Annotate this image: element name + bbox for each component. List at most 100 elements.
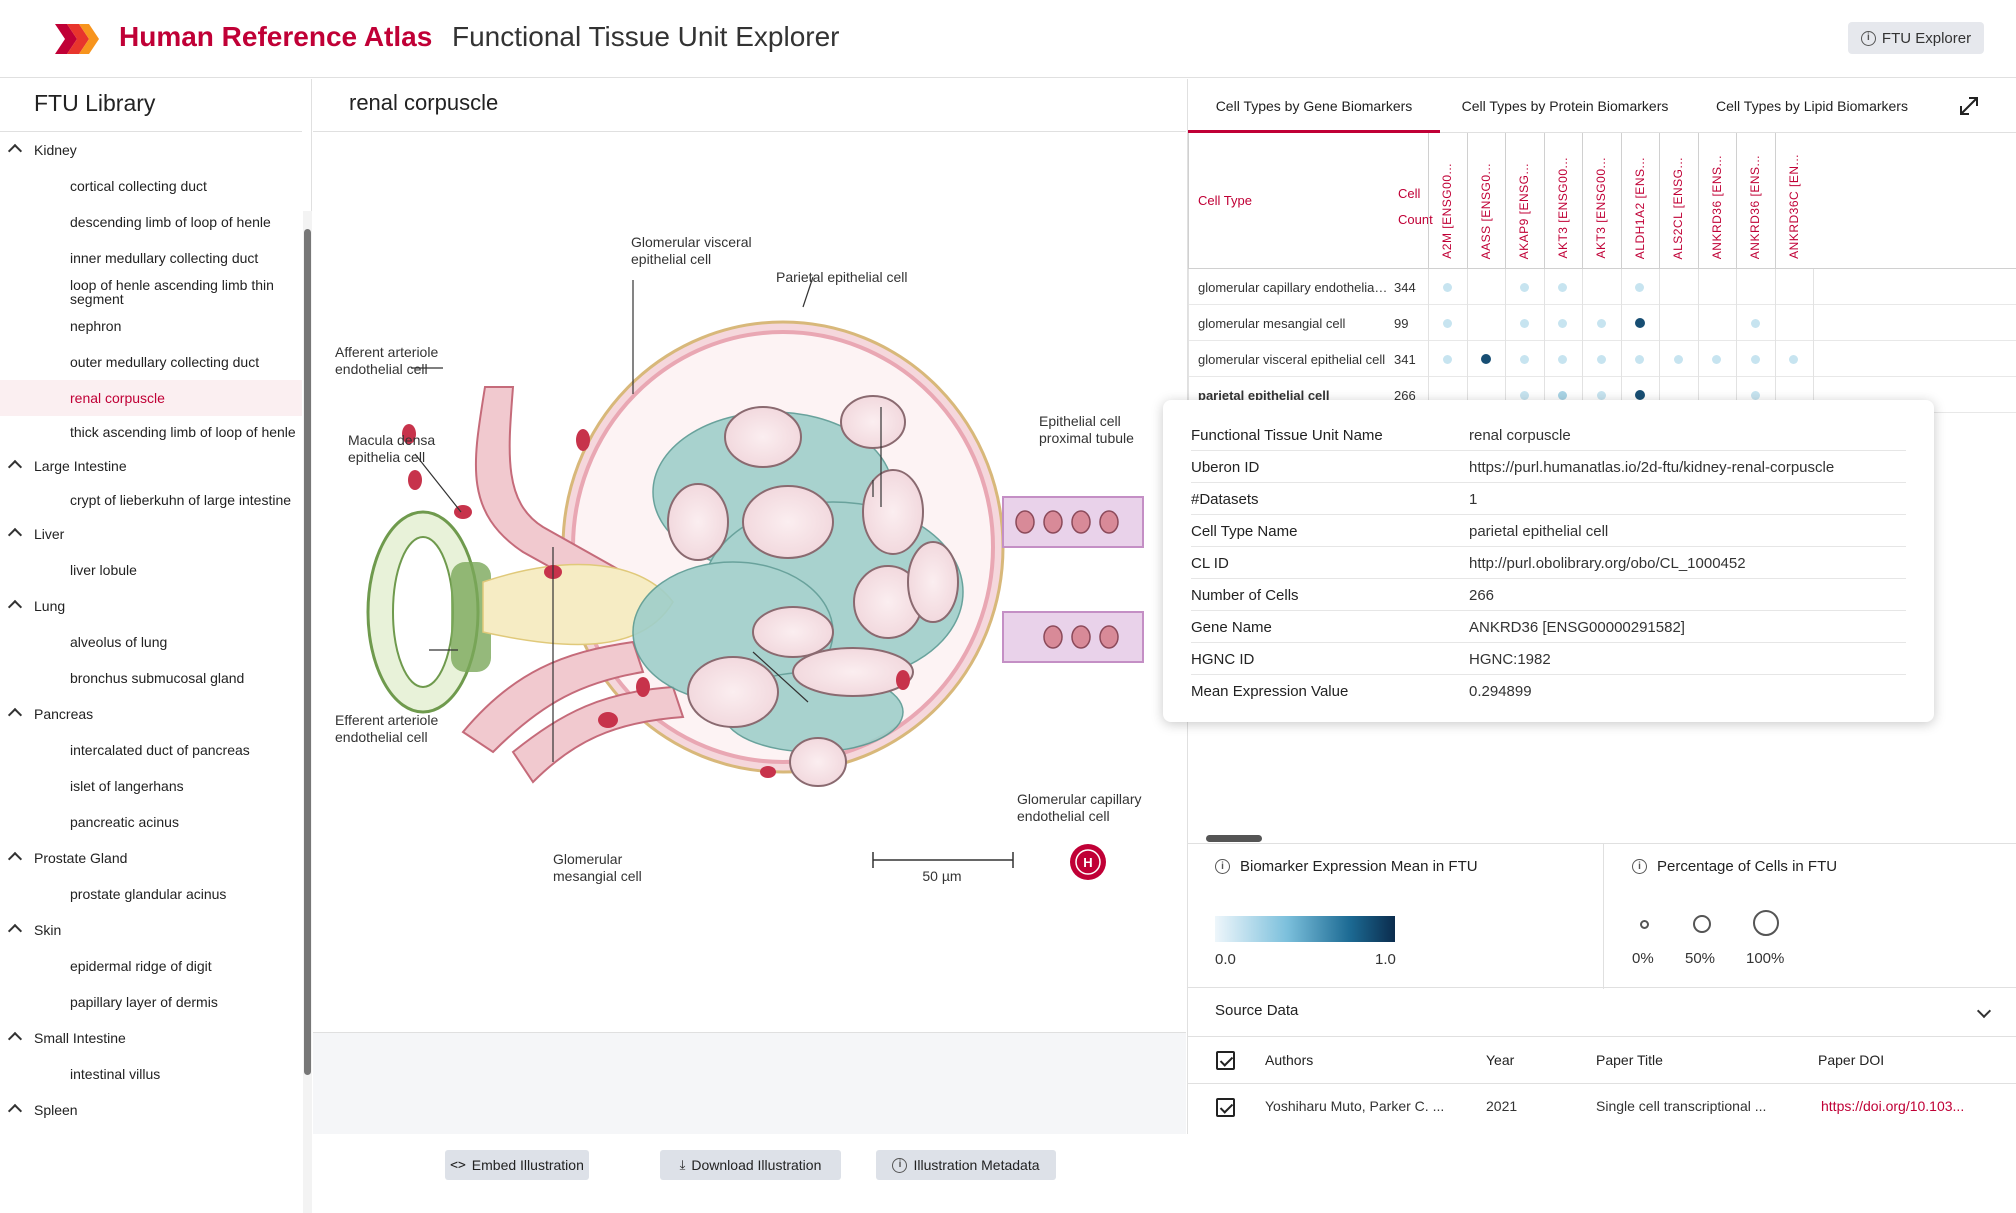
expression-dot[interactable] [1596, 390, 1606, 400]
expression-dot[interactable] [1558, 354, 1568, 364]
sidebar-group-pancreas[interactable]: Pancreas [0, 696, 302, 732]
sidebar-item[interactable]: epidermal ridge of digit [0, 948, 302, 984]
chevron-down-icon[interactable] [1976, 1003, 1992, 1019]
sidebar-item[interactable]: inner medullary collecting duct [0, 240, 302, 276]
biomarker-column-header[interactable]: AKAP9 [ENSG... [1505, 133, 1543, 269]
col-year[interactable]: Year [1486, 1052, 1514, 1068]
expression-dot[interactable] [1673, 354, 1683, 364]
chevron-up-icon[interactable] [7, 143, 23, 159]
chevron-up-icon[interactable] [7, 599, 23, 615]
expression-dot[interactable] [1635, 354, 1645, 364]
expression-dot[interactable] [1558, 318, 1568, 328]
expression-dot[interactable] [1442, 354, 1452, 364]
chevron-up-icon[interactable] [7, 851, 23, 867]
expression-dot[interactable] [1519, 282, 1529, 292]
chevron-up-icon[interactable] [7, 459, 23, 475]
sidebar-item[interactable]: thick ascending limb of loop of henle [0, 414, 302, 450]
sidebar-item[interactable]: papillary layer of dermis [0, 984, 302, 1020]
sidebar-scroll-thumb[interactable] [304, 229, 311, 1075]
expression-dot[interactable] [1596, 354, 1606, 364]
sidebar-item[interactable]: alveolus of lung [0, 624, 302, 660]
sidebar-item[interactable]: cortical collecting duct [0, 168, 302, 204]
col-authors[interactable]: Authors [1265, 1052, 1313, 1068]
table-row[interactable]: glomerular mesangial cell 99 [1188, 305, 2016, 341]
expression-dot[interactable] [1519, 318, 1529, 328]
table-row[interactable]: glomerular capillary endothelial ... 344 [1188, 269, 2016, 305]
biomarker-column-header[interactable]: ANKRD36 [ENS... [1697, 133, 1736, 269]
chevron-up-icon[interactable] [7, 923, 23, 939]
sidebar-item[interactable]: pancreatic acinus [0, 804, 302, 840]
expression-dot[interactable] [1596, 318, 1606, 328]
tab-gene-biomarkers[interactable]: Cell Types by Gene Biomarkers [1188, 79, 1440, 133]
col-paper-title[interactable]: Paper Title [1596, 1052, 1663, 1068]
sidebar-item[interactable]: intercalated duct of pancreas [0, 732, 302, 768]
expression-dot[interactable] [1442, 318, 1452, 328]
info-icon[interactable]: i [1632, 859, 1647, 874]
sidebar-group-lung[interactable]: Lung [0, 588, 302, 624]
sidebar-item[interactable]: intestinal villus [0, 1056, 302, 1092]
sidebar-item[interactable]: bronchus submucosal gland [0, 660, 302, 696]
sidebar-group-liver[interactable]: Liver [0, 516, 302, 552]
row-checkbox[interactable] [1216, 1098, 1235, 1117]
sidebar-item[interactable]: crypt of lieberkuhn of large intestine [0, 482, 302, 518]
expression-dot[interactable] [1519, 390, 1529, 400]
expression-dot[interactable] [1712, 354, 1722, 364]
biomarker-column-header[interactable]: ANKRD36 [ENS... [1736, 133, 1774, 269]
hra-badge-icon[interactable]: H [1070, 844, 1106, 880]
sidebar-group-prostate-gland[interactable]: Prostate Gland [0, 840, 302, 876]
tab-protein-biomarkers[interactable]: Cell Types by Protein Biomarkers [1440, 79, 1690, 133]
tab-lipid-biomarkers[interactable]: Cell Types by Lipid Biomarkers [1690, 79, 1934, 133]
sidebar-item[interactable]: renal corpuscle [0, 380, 302, 416]
expression-dot[interactable] [1789, 354, 1799, 364]
table-hscroll-thumb[interactable] [1206, 835, 1262, 842]
sidebar-item[interactable]: prostate glandular acinus [0, 876, 302, 912]
biomarker-column-header[interactable]: ANKRD36C [EN... [1774, 133, 1813, 269]
info-icon[interactable]: i [1215, 859, 1230, 874]
expression-dot[interactable] [1442, 282, 1452, 292]
row-paper-doi-link[interactable]: https://doi.org/10.103... [1821, 1098, 1964, 1114]
sidebar-group-large-intestine[interactable]: Large Intestine [0, 448, 302, 484]
sidebar-group-small-intestine[interactable]: Small Intestine [0, 1020, 302, 1056]
expand-icon[interactable] [1958, 95, 1980, 117]
sidebar-item[interactable]: nephron [0, 308, 302, 344]
expression-dot[interactable] [1634, 390, 1645, 400]
col-cell-type[interactable]: Cell Type [1198, 193, 1252, 208]
select-all-checkbox[interactable] [1216, 1051, 1235, 1070]
download-illustration-button[interactable]: ⤓ Download Illustration [660, 1150, 841, 1180]
biomarker-column-header[interactable]: AASS [ENSG0... [1466, 133, 1505, 269]
chevron-up-icon[interactable] [7, 527, 23, 543]
sidebar-item[interactable]: islet of langerhans [0, 768, 302, 804]
expression-dot[interactable] [1750, 390, 1760, 400]
expression-dot[interactable] [1634, 318, 1645, 328]
sidebar-item[interactable]: outer medullary collecting duct [0, 344, 302, 380]
hra-logo-icon[interactable] [55, 22, 101, 56]
app-title[interactable]: Human Reference Atlas [119, 18, 432, 56]
biomarker-column-header[interactable]: AKT3 [ENSG00... [1543, 133, 1582, 269]
expression-dot[interactable] [1558, 282, 1568, 292]
biomarker-column-header[interactable]: A2M [ENSG00... [1428, 133, 1466, 269]
expression-dot[interactable] [1750, 318, 1760, 328]
biomarker-column-header[interactable]: ALS2CL [ENSG... [1659, 133, 1697, 269]
source-data-title[interactable]: Source Data [1215, 1002, 1298, 1019]
illustration-metadata-button[interactable]: i Illustration Metadata [876, 1150, 1056, 1180]
sidebar-item[interactable]: loop of henle ascending limb thin segmen… [0, 274, 302, 310]
ftu-explorer-button[interactable]: i FTU Explorer [1848, 22, 1984, 54]
embed-illustration-button[interactable]: <> Embed Illustration [445, 1150, 589, 1180]
sidebar-group-skin[interactable]: Skin [0, 912, 302, 948]
sidebar-item[interactable]: descending limb of loop of henle [0, 204, 302, 240]
sidebar-scrollbar[interactable] [303, 211, 312, 1213]
chevron-up-icon[interactable] [7, 707, 23, 723]
biomarker-column-header[interactable]: ALDH1A2 [ENS... [1620, 133, 1659, 269]
table-hscrollbar[interactable] [1188, 833, 2016, 843]
renal-corpuscle-illustration[interactable]: Glomerular visceral epithelial cell Parie… [313, 132, 1186, 1032]
chevron-up-icon[interactable] [7, 1103, 23, 1119]
expression-dot[interactable] [1480, 354, 1491, 364]
sidebar-group-spleen[interactable]: Spleen [0, 1092, 302, 1128]
expression-dot[interactable] [1519, 354, 1529, 364]
expression-dot[interactable] [1750, 354, 1760, 364]
expression-dot[interactable] [1558, 390, 1568, 400]
chevron-up-icon[interactable] [7, 1031, 23, 1047]
expression-dot[interactable] [1635, 282, 1645, 292]
sidebar-item[interactable]: liver lobule [0, 552, 302, 588]
table-row[interactable]: glomerular visceral epithelial cell 341 [1188, 341, 2016, 377]
